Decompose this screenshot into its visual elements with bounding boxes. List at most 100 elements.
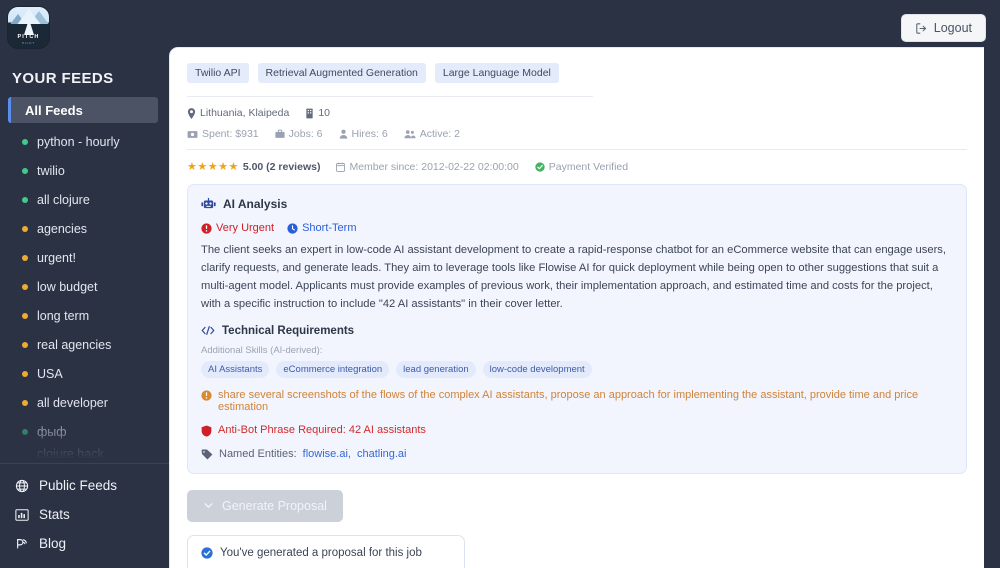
- sidebar-item-feed[interactable]: USA: [0, 359, 169, 388]
- feed-status-dot: [22, 138, 28, 145]
- technical-requirements-title: Technical Requirements: [222, 324, 355, 337]
- rss-icon: [15, 537, 29, 551]
- logout-button[interactable]: Logout: [900, 14, 986, 42]
- sidebar-item-label: Stats: [39, 507, 70, 522]
- job-city-count: 10: [318, 107, 331, 119]
- feed-label: all developer: [37, 395, 108, 410]
- pin-icon: [187, 107, 196, 119]
- feed-status-dot: [22, 399, 28, 406]
- feed-status-dot: [22, 312, 28, 319]
- feed-status-dot: [22, 341, 28, 348]
- plane-icon: [23, 19, 34, 35]
- building-icon: [305, 108, 314, 119]
- sidebar-item-feed[interactable]: long term: [0, 301, 169, 330]
- term-badge: Short-Term: [287, 222, 357, 234]
- sidebar-item-feed[interactable]: real agencies: [0, 330, 169, 359]
- sidebar-item-feed[interactable]: clojure hack propogated: [0, 446, 169, 463]
- sidebar-item-feed[interactable]: urgent!: [0, 243, 169, 272]
- stat-label: Active: 2: [419, 128, 460, 140]
- sidebar-item-blog[interactable]: Blog: [0, 529, 169, 558]
- feed-status-dot: [22, 196, 28, 203]
- sidebar-item-feed[interactable]: фыф: [0, 417, 169, 446]
- skill-chip[interactable]: lead generation: [396, 360, 476, 378]
- code-icon: [201, 325, 215, 336]
- feed-status-dot: [22, 225, 28, 232]
- requirement-warning: share several screenshots of the flows o…: [201, 389, 953, 413]
- ai-summary: The client seeks an expert in low-code A…: [201, 244, 947, 311]
- entity-link[interactable]: chatling.ai: [357, 448, 407, 460]
- app-logo[interactable]: PITCH PILOT: [0, 0, 169, 56]
- divider: [187, 149, 967, 150]
- job-location: Lithuania, Klaipeda: [200, 107, 290, 119]
- sidebar-item-feed[interactable]: twilio: [0, 156, 169, 185]
- job-rating-row: ★★★★★ 5.00 (2 reviews) Member since: 201…: [187, 160, 967, 174]
- proposal-status: You've generated a proposal for this job: [201, 547, 451, 559]
- feed-label: low budget: [37, 279, 98, 294]
- logo-subtext: PILOT: [22, 41, 35, 45]
- job-tag[interactable]: Twilio API: [187, 63, 249, 83]
- skills-label: Additional Skills (AI-derived):: [201, 344, 323, 356]
- main-content-card: Twilio API Retrieval Augmented Generatio…: [169, 47, 984, 568]
- job-tags: Twilio API Retrieval Augmented Generatio…: [187, 63, 967, 83]
- logo-text: PITCH: [17, 34, 40, 40]
- stat-hires: Hires: 6: [339, 128, 388, 140]
- sidebar-item-label: Public Feeds: [39, 478, 118, 493]
- people-icon: [404, 129, 416, 139]
- feed-label: real agencies: [37, 337, 112, 352]
- skill-chip[interactable]: AI Assistants: [201, 360, 270, 378]
- sidebar-item-public-feeds[interactable]: Public Feeds: [0, 471, 169, 500]
- chart-icon: [15, 508, 29, 522]
- stat-active: Active: 2: [404, 128, 460, 140]
- proposal-status-text: You've generated a proposal for this job: [220, 546, 422, 559]
- urgency-label: Very Urgent: [216, 222, 275, 234]
- stat-label: Jobs: 6: [288, 128, 323, 140]
- feed-label: All Feeds: [25, 102, 83, 118]
- feed-label: long term: [37, 308, 90, 323]
- check-circle-icon: [535, 161, 545, 172]
- ai-analysis-title: AI Analysis: [223, 197, 288, 211]
- exclamation-circle-icon: [201, 222, 212, 234]
- sidebar-item-stats[interactable]: Stats: [0, 500, 169, 529]
- feed-status-dot: [22, 254, 28, 261]
- sidebar-item-feed[interactable]: python - hourly: [0, 127, 169, 156]
- shield-icon: [201, 425, 212, 437]
- sidebar-item-feed[interactable]: all developer: [0, 388, 169, 417]
- sidebar-item-feed[interactable]: low budget: [0, 272, 169, 301]
- job-stats-row: Spent: $931 Jobs: 6 Hires: 6 Active: 2: [187, 128, 967, 140]
- chevron-down-icon: [203, 500, 214, 511]
- globe-icon: [15, 479, 29, 493]
- stat-label: Spent: $931: [202, 128, 259, 140]
- sidebar-title: YOUR FEEDS: [12, 70, 114, 87]
- sidebar-item-feed[interactable]: all clojure: [0, 185, 169, 214]
- sidebar-item-feed[interactable]: agencies: [0, 214, 169, 243]
- feed-label: agencies: [37, 221, 88, 236]
- named-entities-label: Named Entities:: [219, 447, 297, 460]
- check-circle-icon: [201, 546, 213, 559]
- entity-link[interactable]: flowise.ai,: [303, 448, 351, 460]
- rating-value: 5.00 (2 reviews): [242, 160, 321, 173]
- ai-badges: Very Urgent Short-Term: [201, 222, 953, 234]
- feed-label: twilio: [37, 163, 65, 178]
- logout-label: Logout: [933, 21, 972, 35]
- antibot-text: Anti-Bot Phrase Required: 42 AI assistan…: [218, 423, 426, 436]
- feed-status-dot: [22, 167, 28, 174]
- job-tag[interactable]: Retrieval Augmented Generation: [257, 63, 426, 83]
- generate-proposal-button[interactable]: Generate Proposal: [187, 489, 343, 522]
- ai-analysis-panel: AI Analysis Very Urgent Short-Term The c…: [187, 184, 967, 474]
- feed-list[interactable]: All Feeds python - hourly twilio all clojur…: [0, 97, 169, 463]
- skill-chip[interactable]: eCommerce integration: [276, 360, 390, 378]
- feed-label: USA: [37, 366, 63, 381]
- skill-chip[interactable]: low-code development: [482, 360, 592, 378]
- job-tag[interactable]: Large Language Model: [434, 63, 559, 83]
- feed-label: фыф: [37, 424, 67, 439]
- stat-spent: Spent: $931: [187, 128, 259, 140]
- proposal-status-card: You've generated a proposal for this job…: [187, 534, 465, 568]
- feed-label: all clojure: [37, 192, 90, 207]
- feed-status-dot: [22, 283, 28, 290]
- sidebar-item-feed[interactable]: All Feeds: [8, 97, 158, 123]
- requirement-warning-text: share several screenshots of the flows o…: [218, 388, 919, 413]
- antibot-phrase: Anti-Bot Phrase Required: 42 AI assistan…: [201, 424, 953, 437]
- job-location-row: Lithuania, Klaipeda 10: [187, 107, 967, 119]
- feed-label: clojure hack propogated: [37, 446, 104, 464]
- technical-requirements-heading: Technical Requirements: [201, 325, 953, 337]
